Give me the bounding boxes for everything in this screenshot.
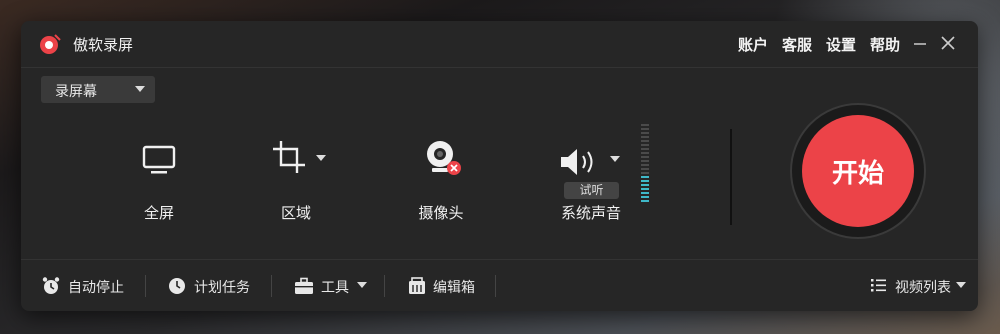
app-logo-icon (40, 34, 61, 54)
edit-box-icon (409, 277, 425, 294)
service-menu[interactable]: 客服 (782, 34, 812, 55)
fullscreen-label: 全屏 (143, 204, 174, 222)
separator (384, 275, 385, 297)
scheduled-task-label: 计划任务 (194, 280, 250, 296)
webcam-label: 摄像头 (418, 204, 464, 222)
tools-button[interactable]: 工具 (294, 276, 374, 296)
webcam-button[interactable]: 摄像头 (411, 141, 471, 231)
editor-button[interactable]: 编辑箱 (407, 276, 497, 296)
toolbox-icon (295, 277, 313, 294)
help-menu[interactable]: 帮助 (870, 34, 900, 55)
title-bar: 傲软录屏 账户 客服 设置 帮助 (21, 21, 978, 68)
crop-icon (273, 141, 305, 173)
vertical-divider (730, 129, 732, 225)
auto-stop-label: 自动停止 (68, 280, 124, 296)
separator (145, 275, 146, 297)
monitor-icon (142, 145, 176, 174)
volume-meter (641, 124, 649, 202)
region-dropdown-icon[interactable] (316, 155, 326, 161)
account-menu[interactable]: 账户 (738, 34, 768, 55)
video-list-label: 视频列表 (895, 280, 951, 296)
speaker-icon (561, 149, 593, 175)
chevron-down-icon (135, 86, 145, 92)
editor-label: 编辑箱 (433, 280, 475, 296)
separator (495, 275, 496, 297)
record-mode-dropdown[interactable]: 录屏幕 (41, 76, 155, 103)
record-mode-label: 录屏幕 (55, 84, 97, 100)
separator (271, 275, 272, 297)
start-label: 开始 (831, 159, 884, 189)
close-icon[interactable] (938, 33, 958, 53)
settings-menu[interactable]: 设置 (826, 34, 856, 55)
webcam-icon (427, 141, 461, 175)
list-icon (871, 279, 886, 292)
system-audio-label: 系统声音 (560, 204, 621, 222)
top-menu: 账户 客服 设置 帮助 (738, 34, 900, 55)
tools-label: 工具 (321, 280, 349, 296)
audio-dropdown-icon[interactable] (610, 156, 620, 162)
tools-dropdown-icon (357, 282, 367, 288)
start-button[interactable]: 开始 (802, 115, 914, 227)
scheduled-task-button[interactable]: 计划任务 (167, 276, 277, 296)
minimize-icon[interactable] (910, 33, 930, 53)
app-title: 傲软录屏 (73, 36, 134, 54)
auto-stop-button[interactable]: 自动停止 (41, 276, 151, 296)
video-list-button[interactable]: 视频列表 (871, 276, 971, 296)
clock-icon (169, 278, 185, 294)
video-list-dropdown-icon (956, 282, 966, 288)
alarm-clock-icon (42, 277, 60, 294)
listen-button[interactable]: 试听 (564, 182, 619, 199)
app-window: 傲软录屏 账户 客服 设置 帮助 录屏幕 全屏 区域 摄像头 系统声音 试听 开… (21, 21, 978, 311)
region-label: 区域 (280, 204, 311, 222)
fullscreen-button[interactable]: 全屏 (129, 141, 189, 231)
bottom-toolbar: 自动停止 计划任务 工具 编辑箱 视频列表 (21, 259, 978, 311)
region-button[interactable]: 区域 (266, 141, 346, 231)
